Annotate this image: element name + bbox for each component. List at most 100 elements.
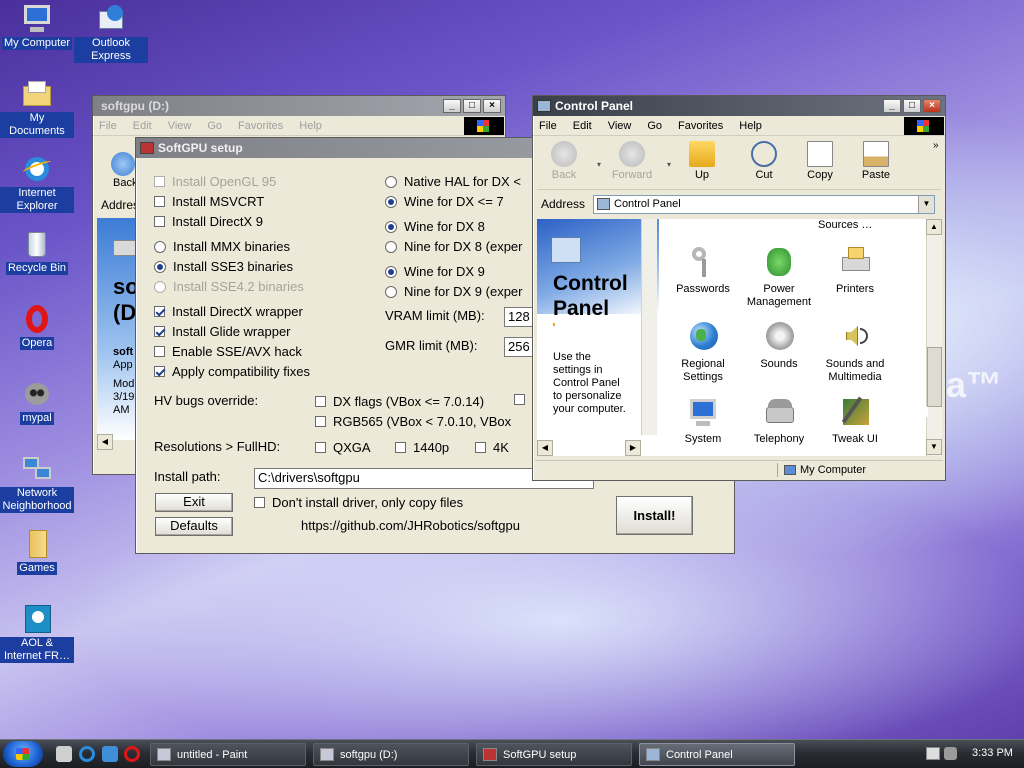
desktop-icon-games[interactable]: Games bbox=[0, 528, 74, 575]
toolbar-overflow-chevron-icon[interactable]: » bbox=[933, 140, 939, 151]
install-mmx-radio[interactable]: Install MMX binaries bbox=[154, 239, 290, 254]
enable-sse-avx-hack-checkbox[interactable]: Enable SSE/AVX hack bbox=[154, 344, 302, 359]
close-icon[interactable]: × bbox=[483, 99, 501, 113]
cp-item-telephony[interactable]: Telephony bbox=[737, 395, 821, 446]
menu-go[interactable]: Go bbox=[647, 120, 662, 132]
menu-favorites[interactable]: Favorites bbox=[238, 120, 283, 132]
apply-compat-fixes-checkbox[interactable]: Apply compatibility fixes bbox=[154, 364, 310, 379]
install-directx-wrapper-checkbox[interactable]: Install DirectX wrapper bbox=[154, 304, 303, 319]
nine-dx9-radio[interactable]: Nine for DX 9 (exper bbox=[385, 284, 523, 299]
paste-button[interactable]: Paste bbox=[851, 141, 901, 181]
show-desktop-icon[interactable] bbox=[56, 746, 72, 762]
taskbar-item-softgpu-setup[interactable]: SoftGPU setup bbox=[476, 743, 632, 766]
menu-view[interactable]: View bbox=[608, 120, 632, 132]
outlook-express-quicklaunch-icon[interactable] bbox=[102, 746, 118, 762]
hv-extra-checkbox[interactable] bbox=[514, 394, 532, 405]
scroll-down-icon[interactable]: ▼ bbox=[926, 439, 942, 455]
copy-button[interactable]: Copy bbox=[795, 141, 845, 181]
scrollbar-thumb[interactable] bbox=[927, 347, 942, 407]
cp-item-printers[interactable]: Printers bbox=[813, 245, 897, 296]
clock[interactable]: 3:33 PM bbox=[972, 747, 1013, 759]
cp-item-sounds[interactable]: Sounds bbox=[737, 320, 821, 371]
cut-button[interactable]: Cut bbox=[739, 141, 789, 181]
install-directx9-checkbox[interactable]: Install DirectX 9 bbox=[154, 214, 263, 229]
desktop-icon-recycle-bin[interactable]: Recycle Bin bbox=[0, 228, 74, 275]
project-url-link[interactable]: https://github.com/JHRobotics/softgpu bbox=[301, 518, 520, 533]
taskbar-item-paint[interactable]: untitled - Paint bbox=[150, 743, 306, 766]
control-panel-window[interactable]: Control Panel _ □ × File Edit View Go Fa… bbox=[532, 95, 946, 481]
install-sse3-radio[interactable]: Install SSE3 binaries bbox=[154, 259, 293, 274]
copy-only-checkbox[interactable]: Don't install driver, only copy files bbox=[254, 495, 463, 510]
cp-item-power-management[interactable]: Power Management bbox=[737, 245, 821, 309]
desktop-icon-network-neighborhood[interactable]: Network Neighborhood bbox=[0, 453, 74, 513]
softgpu-window-titlebar[interactable]: softgpu (D:) _ □ × bbox=[93, 96, 505, 116]
gmr-limit-input[interactable]: 256 bbox=[504, 337, 534, 357]
back-arrow-icon[interactable] bbox=[111, 152, 135, 176]
menu-file[interactable]: File bbox=[539, 120, 557, 132]
close-icon[interactable]: × bbox=[923, 99, 941, 113]
desktop-icon-internet-explorer[interactable]: Internet Explorer bbox=[0, 153, 74, 213]
desktop-icon-my-documents[interactable]: My Documents bbox=[0, 78, 74, 138]
wine-dx8-radio[interactable]: Wine for DX 8 bbox=[385, 219, 485, 234]
install-button[interactable]: Install! bbox=[616, 496, 693, 535]
start-button[interactable] bbox=[3, 741, 43, 767]
nine-dx8-radio[interactable]: Nine for DX 8 (exper bbox=[385, 239, 523, 254]
maximize-icon[interactable]: □ bbox=[903, 99, 921, 113]
desktop-icon-opera[interactable]: Opera bbox=[0, 303, 74, 350]
desktop-icon-my-computer[interactable]: My Computer bbox=[0, 3, 74, 50]
cp-item-regional-settings[interactable]: Regional Settings bbox=[661, 320, 745, 384]
cp-item-sounds-multimedia[interactable]: Sounds and Multimedia bbox=[813, 320, 897, 384]
defaults-button[interactable]: Defaults bbox=[155, 517, 233, 536]
tray-volume-icon[interactable] bbox=[944, 747, 957, 760]
taskbar-item-control-panel[interactable]: Control Panel bbox=[639, 743, 795, 766]
res-qxga-checkbox[interactable]: QXGA bbox=[315, 440, 371, 455]
items-vertical-scrollbar[interactable]: ▲ ▼ bbox=[926, 219, 942, 456]
menu-file[interactable]: File bbox=[99, 120, 117, 132]
info-pane-scrollbar[interactable] bbox=[641, 219, 657, 435]
taskbar-item-softgpu-drive[interactable]: softgpu (D:) bbox=[313, 743, 469, 766]
scroll-up-icon[interactable]: ▲ bbox=[926, 219, 942, 235]
tray-display-icon[interactable] bbox=[926, 747, 940, 760]
res-4k-checkbox[interactable]: 4K bbox=[475, 440, 509, 455]
menu-go[interactable]: Go bbox=[207, 120, 222, 132]
cp-item-passwords[interactable]: Passwords bbox=[661, 245, 745, 296]
minimize-icon[interactable]: _ bbox=[883, 99, 901, 113]
install-glide-wrapper-checkbox[interactable]: Install Glide wrapper bbox=[154, 324, 291, 339]
wine-dx9-radio[interactable]: Wine for DX 9 bbox=[385, 264, 485, 279]
menu-view[interactable]: View bbox=[168, 120, 192, 132]
forward-button[interactable]: Forward bbox=[607, 141, 657, 181]
back-dropdown-icon[interactable]: ▾ bbox=[597, 160, 601, 169]
install-msvcrt-checkbox[interactable]: Install MSVCRT bbox=[154, 194, 264, 209]
desktop-icon-outlook-express[interactable]: Outlook Express bbox=[74, 3, 148, 63]
opera-quicklaunch-icon[interactable] bbox=[124, 746, 140, 762]
vram-limit-input[interactable]: 128 bbox=[504, 307, 534, 327]
menu-help[interactable]: Help bbox=[739, 120, 762, 132]
control-panel-titlebar[interactable]: Control Panel _ □ × bbox=[533, 96, 945, 116]
hv-dx-flags-checkbox[interactable]: DX flags (VBox <= 7.0.14) bbox=[315, 394, 484, 409]
back-button[interactable]: Back bbox=[539, 141, 589, 181]
wine-dx7-radio[interactable]: Wine for DX <= 7 bbox=[385, 194, 504, 209]
address-dropdown-icon[interactable]: ▼ bbox=[918, 196, 934, 213]
maximize-icon[interactable]: □ bbox=[463, 99, 481, 113]
hv-rgb565-checkbox[interactable]: RGB565 (VBox < 7.0.10, VBox bbox=[315, 414, 511, 429]
install-opengl95-checkbox[interactable]: Install OpenGL 95 bbox=[154, 174, 276, 189]
scroll-left-icon[interactable]: ◀ bbox=[97, 434, 113, 450]
install-sse42-radio[interactable]: Install SSE4.2 binaries bbox=[154, 279, 304, 294]
menu-edit[interactable]: Edit bbox=[133, 120, 152, 132]
native-hal-radio[interactable]: Native HAL for DX < bbox=[385, 174, 521, 189]
desktop-icon-aol[interactable]: AOL & Internet FR… bbox=[0, 603, 74, 663]
res-1440p-checkbox[interactable]: 1440p bbox=[395, 440, 449, 455]
exit-button[interactable]: Exit bbox=[155, 493, 233, 512]
forward-dropdown-icon[interactable]: ▾ bbox=[667, 160, 671, 169]
scroll-right-icon[interactable]: ▶ bbox=[625, 440, 641, 456]
cp-item-tweak-ui[interactable]: Tweak UI bbox=[813, 395, 897, 446]
scroll-left-icon[interactable]: ◀ bbox=[537, 440, 553, 456]
internet-explorer-quicklaunch-icon[interactable] bbox=[79, 746, 95, 762]
address-bar[interactable]: Control Panel ▼ bbox=[593, 195, 935, 214]
menu-edit[interactable]: Edit bbox=[573, 120, 592, 132]
minimize-icon[interactable]: _ bbox=[443, 99, 461, 113]
cp-item-system[interactable]: System bbox=[661, 395, 745, 446]
menu-favorites[interactable]: Favorites bbox=[678, 120, 723, 132]
up-button[interactable]: Up bbox=[677, 141, 727, 181]
menu-help[interactable]: Help bbox=[299, 120, 322, 132]
